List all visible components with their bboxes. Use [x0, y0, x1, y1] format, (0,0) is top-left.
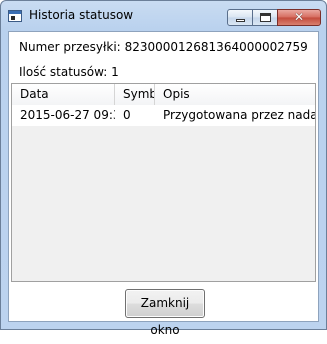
column-header-opis[interactable]: Opis: [155, 84, 315, 105]
status-count-label: Ilość statusów:: [19, 65, 108, 79]
column-header-symb[interactable]: Symb: [115, 84, 155, 105]
status-count-line: Ilość statusów: 1: [19, 65, 119, 79]
cell-description: Przygotowana przez nadawcę: [163, 108, 315, 122]
dialog-content: Numer przesyłki: 82300001268136400000275…: [8, 31, 319, 337]
shipment-number-line: Numer przesyłki: 82300001268136400000275…: [19, 40, 308, 54]
table-row[interactable]: 2015-06-27 09:37 0 Przygotowana przez na…: [12, 105, 315, 126]
caption-buttons: [227, 9, 321, 27]
maximize-button[interactable]: [252, 9, 278, 26]
cell-symbol: 0: [123, 108, 131, 122]
title-bar[interactable]: Historia statusow: [1, 1, 326, 31]
window-app-icon[interactable]: [8, 10, 22, 22]
minimize-button[interactable]: [227, 9, 253, 26]
column-header-data[interactable]: Data: [12, 84, 115, 105]
shipment-number-label: Numer przesyłki:: [19, 40, 121, 54]
cell-date: 2015-06-27 09:37: [20, 108, 115, 122]
close-window-button[interactable]: [277, 9, 321, 26]
grid-header: Data Symb Opis: [12, 84, 315, 106]
close-dialog-button[interactable]: Zamknij okno: [125, 289, 205, 337]
status-grid[interactable]: Data Symb Opis 2015-06-27 09:37 0 Przygo…: [11, 83, 316, 282]
status-history-window: Historia statusow Numer przesyłki: 82300…: [0, 0, 327, 337]
window-title: Historia statusow: [29, 8, 134, 22]
status-count-value: 1: [111, 65, 119, 79]
shipment-number-value: 823000012681364000002759: [124, 40, 308, 54]
